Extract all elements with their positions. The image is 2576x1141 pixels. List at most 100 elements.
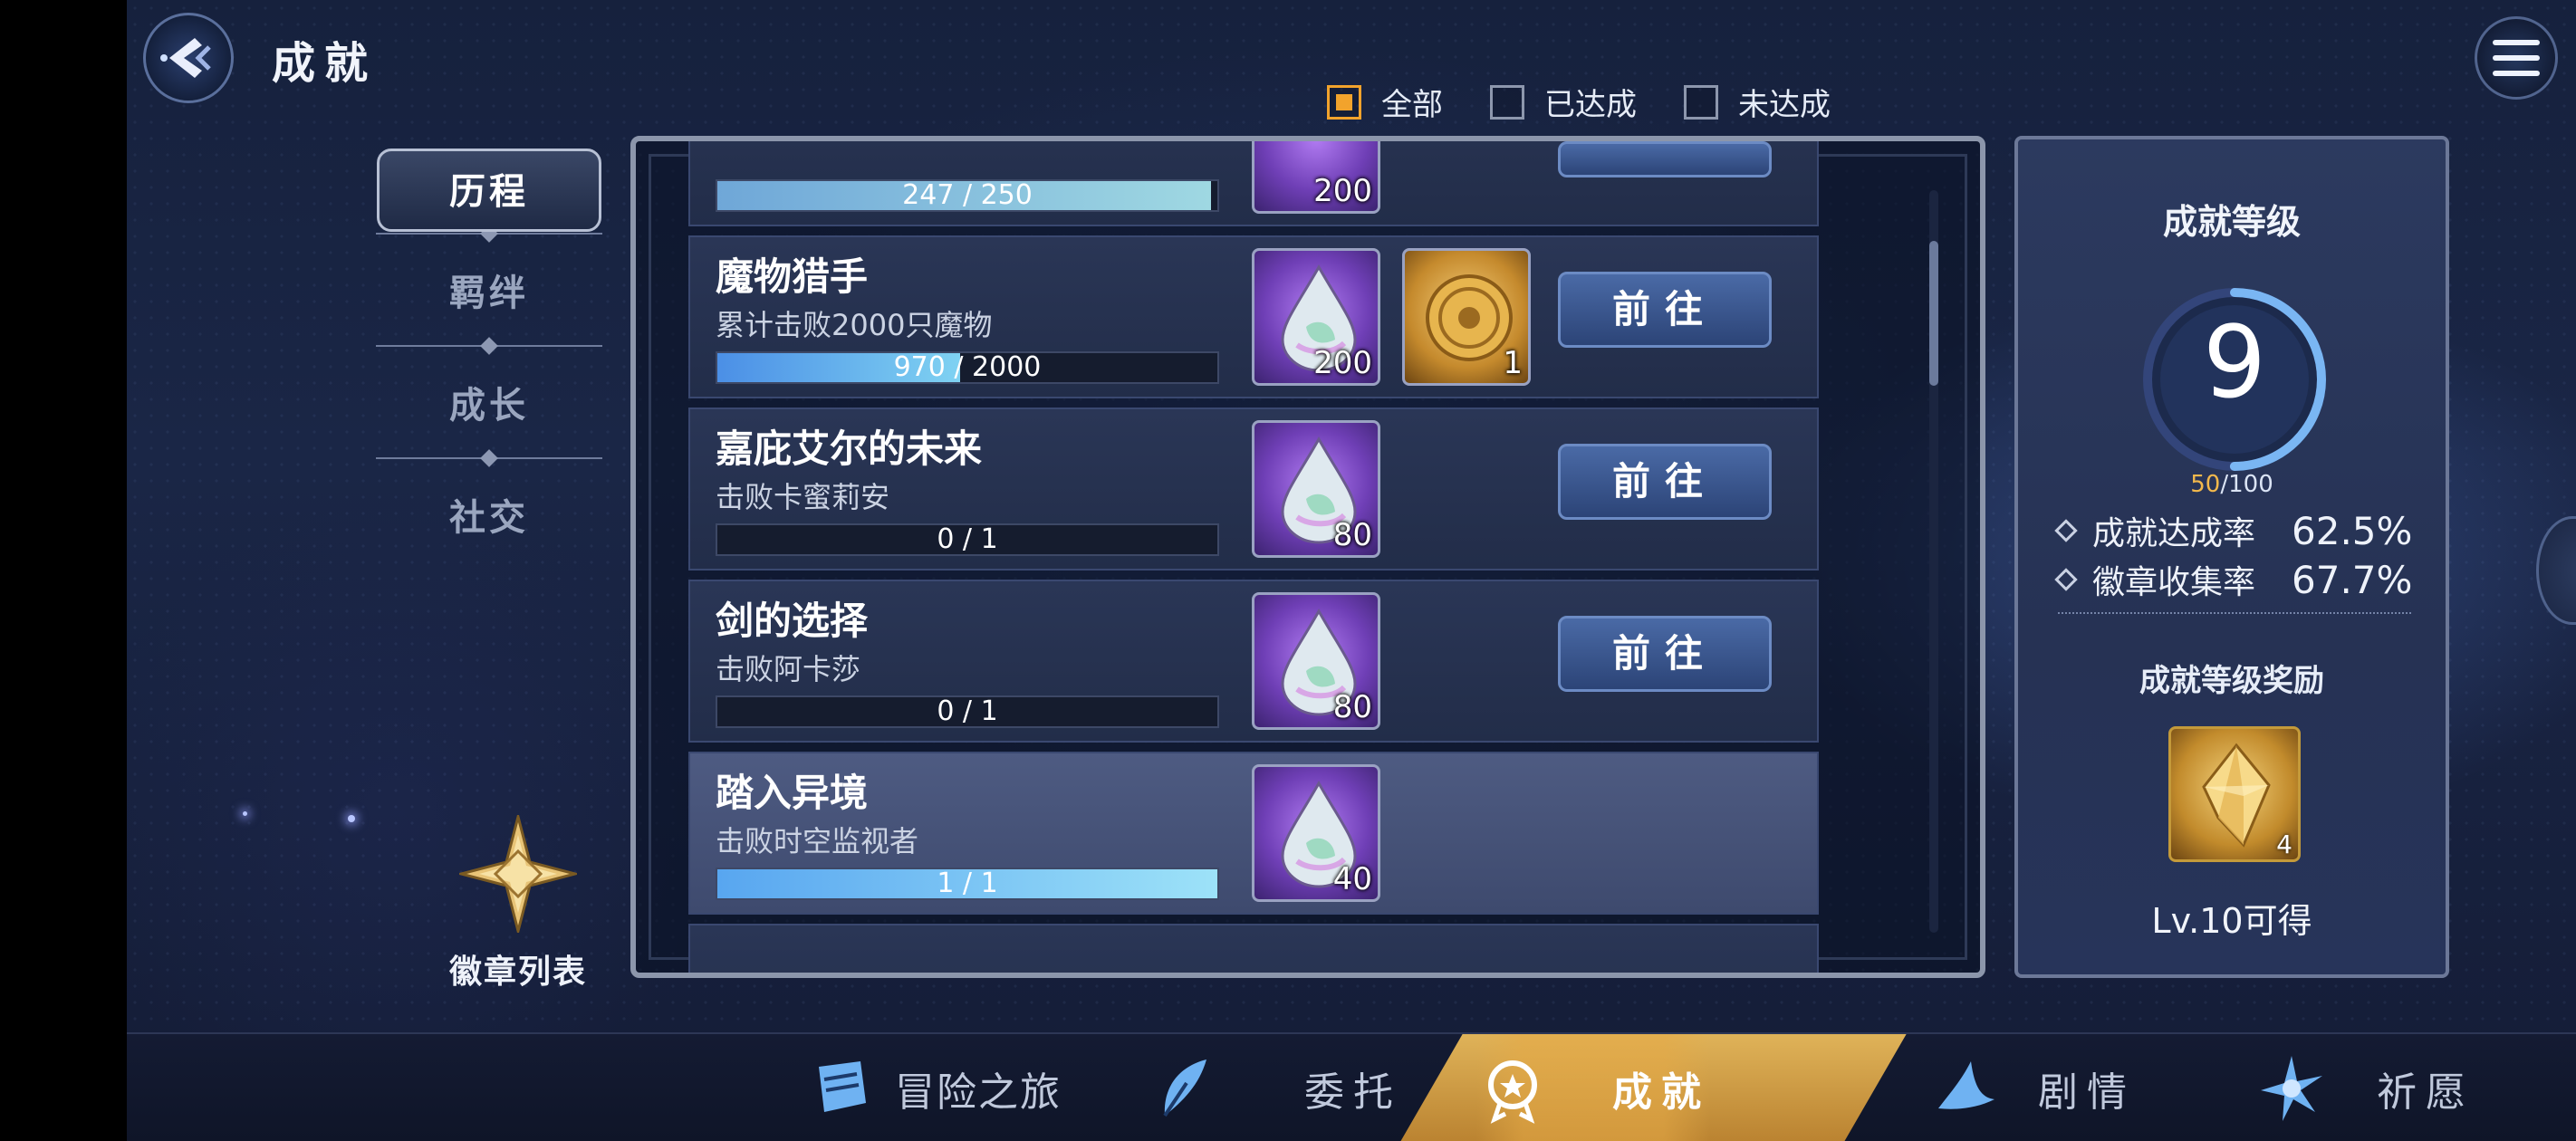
stat-badge-rate: 徽章收集率 67.7% — [2054, 556, 2412, 603]
category-bond-label: 羁绊 — [449, 273, 529, 314]
category-growth-label: 成长 — [449, 385, 529, 427]
achievement-name: 剑的选择 — [716, 599, 869, 643]
achievement-list-panel: 247 / 250 200 魔物猎手 累计击败2000只魔物 970 / 200… — [630, 136, 1985, 978]
scroll-map-icon — [819, 1061, 866, 1112]
go-button[interactable] — [1558, 141, 1772, 177]
nav-commission[interactable]: 委托 — [1150, 1034, 1402, 1141]
go-button[interactable]: 前往 — [1558, 272, 1772, 348]
category-bond[interactable]: 羁绊 — [371, 243, 607, 337]
nav-story-label: 剧情 — [2038, 1069, 2136, 1116]
go-button[interactable]: 前往 — [1558, 444, 1772, 520]
progress-text: 0 / 1 — [937, 695, 998, 727]
category-history[interactable]: 历程 — [371, 145, 607, 257]
diamond-icon — [2054, 519, 2078, 542]
achievement-row-partial: 247 / 250 200 — [688, 141, 1819, 226]
reward-count: 80 — [1332, 689, 1372, 725]
achievement-level: 9 — [2203, 304, 2266, 420]
filter-incomplete-label: 未达成 — [1738, 87, 1831, 123]
category-social[interactable]: 社交 — [371, 467, 607, 561]
scrollbar-thumb[interactable] — [1929, 241, 1938, 386]
category-history-label: 历程 — [449, 171, 529, 213]
reward-item[interactable]: 200 — [1252, 248, 1380, 386]
achievement-name: 魔物猎手 — [716, 254, 869, 299]
reward-count: 4 — [2276, 829, 2292, 859]
go-button[interactable]: 前往 — [1558, 616, 1772, 692]
achievement-desc: 击败时空监视者 — [716, 824, 919, 858]
level-reward-title: 成就等级奖励 — [2139, 663, 2324, 699]
medal-icon — [1488, 1060, 1537, 1124]
nav-wish[interactable]: 祈愿 — [2255, 1034, 2475, 1141]
level-reward-item[interactable]: 4 — [2168, 726, 2301, 862]
wizard-hat-icon — [1938, 1061, 1994, 1109]
nav-achievement-label: 成就 — [1612, 1069, 1710, 1116]
gold-crystal-icon — [2202, 743, 2271, 848]
bottom-nav: 冒险之旅 委托 成就 剧情 祈愿 — [127, 1032, 2576, 1141]
back-button[interactable] — [143, 13, 234, 103]
checkbox-all[interactable] — [1327, 84, 1361, 120]
nav-achievement[interactable]: 成就 — [1476, 1034, 1710, 1141]
reward-item[interactable]: 200 — [1252, 141, 1380, 214]
exp-current: 50 — [2190, 471, 2221, 498]
nav-adventure[interactable]: 冒险之旅 — [806, 1034, 1062, 1141]
star-burst-icon — [2261, 1056, 2322, 1121]
nav-wish-label: 祈愿 — [2377, 1069, 2475, 1116]
achievement-row: 嘉庇艾尔的未来 击败卡蜜莉安 0 / 1 80 前往 — [688, 408, 1819, 570]
diamond-icon — [2054, 568, 2078, 591]
list-scrollbar[interactable] — [1929, 190, 1938, 933]
reward-item[interactable]: 1 — [1402, 248, 1531, 386]
progress-bar: 0 / 1 — [716, 523, 1219, 556]
level-exp: 50/100 — [2018, 471, 2446, 498]
progress-bar: 0 / 1 — [716, 695, 1219, 728]
feather-quill-icon — [1163, 1060, 1206, 1117]
nav-adventure-label: 冒险之旅 — [895, 1069, 1062, 1116]
reward-item[interactable]: 80 — [1252, 592, 1380, 730]
compass-star-badge-icon — [456, 811, 581, 936]
stat-label: 成就达成率 — [2092, 515, 2256, 552]
page-title: 成就 — [272, 38, 378, 89]
reward-item[interactable]: 80 — [1252, 420, 1380, 558]
achievement-desc: 击败阿卡莎 — [716, 652, 861, 686]
achievement-row: 剑的选择 击败阿卡莎 0 / 1 80 前往 — [688, 580, 1819, 743]
stat-completion-rate: 成就达成率 62.5% — [2054, 507, 2412, 554]
achievement-name: 嘉庇艾尔的未来 — [716, 427, 983, 471]
achievement-desc: 累计击败2000只魔物 — [716, 308, 993, 342]
background-star — [243, 811, 247, 816]
category-divider — [371, 337, 607, 355]
nav-story[interactable]: 剧情 — [1929, 1034, 2136, 1141]
filter-completed[interactable]: 已达成 — [1490, 80, 1637, 124]
level-title: 成就等级 — [2162, 202, 2301, 242]
reward-count: 200 — [1313, 345, 1372, 381]
category-divider — [371, 449, 607, 467]
reward-count: 40 — [1332, 861, 1372, 897]
filter-all[interactable]: 全部 — [1327, 80, 1443, 124]
achievement-level-panel: 成就等级 9 50/100 成就达成率 62.5% 徽章收集率 67.7% 成就… — [2014, 136, 2449, 978]
hamburger-menu-icon — [2493, 40, 2540, 76]
checkbox-completed[interactable] — [1490, 84, 1524, 120]
exp-total: /100 — [2220, 471, 2273, 498]
progress-bar: 247 / 250 — [716, 179, 1219, 212]
reward-count: 80 — [1332, 517, 1372, 553]
category-sidebar: 历程 羁绊 成长 社交 — [371, 145, 607, 561]
filter-bar: 全部 已达成 未达成 — [1327, 80, 1831, 124]
achievement-row-partial — [688, 924, 1819, 973]
menu-button[interactable] — [2475, 16, 2558, 100]
back-arrow-icon — [160, 38, 211, 78]
progress-text: 0 / 1 — [937, 523, 998, 555]
progress-text: 970 / 2000 — [893, 351, 1042, 383]
stat-value: 62.5% — [2292, 508, 2413, 553]
achievement-desc: 击败卡蜜莉安 — [716, 480, 890, 514]
background-star — [348, 815, 355, 822]
stat-label: 徽章收集率 — [2092, 564, 2256, 601]
progress-text: 1 / 1 — [937, 868, 998, 899]
progress-bar: 970 / 2000 — [716, 351, 1219, 384]
category-social-label: 社交 — [449, 497, 529, 539]
filter-incomplete[interactable]: 未达成 — [1684, 80, 1831, 124]
reward-item[interactable]: 40 — [1252, 764, 1380, 902]
badge-list-label: 徽章列表 — [448, 954, 587, 991]
achievement-row-completed[interactable]: 踏入异境 击败时空监视者 1 / 1 40 — [688, 752, 1819, 915]
reward-count: 200 — [1313, 173, 1372, 209]
badge-list-button[interactable]: 徽章列表 — [418, 811, 618, 992]
category-growth[interactable]: 成长 — [371, 355, 607, 449]
checkbox-incomplete[interactable] — [1684, 84, 1718, 120]
filter-all-label: 全部 — [1381, 87, 1443, 123]
